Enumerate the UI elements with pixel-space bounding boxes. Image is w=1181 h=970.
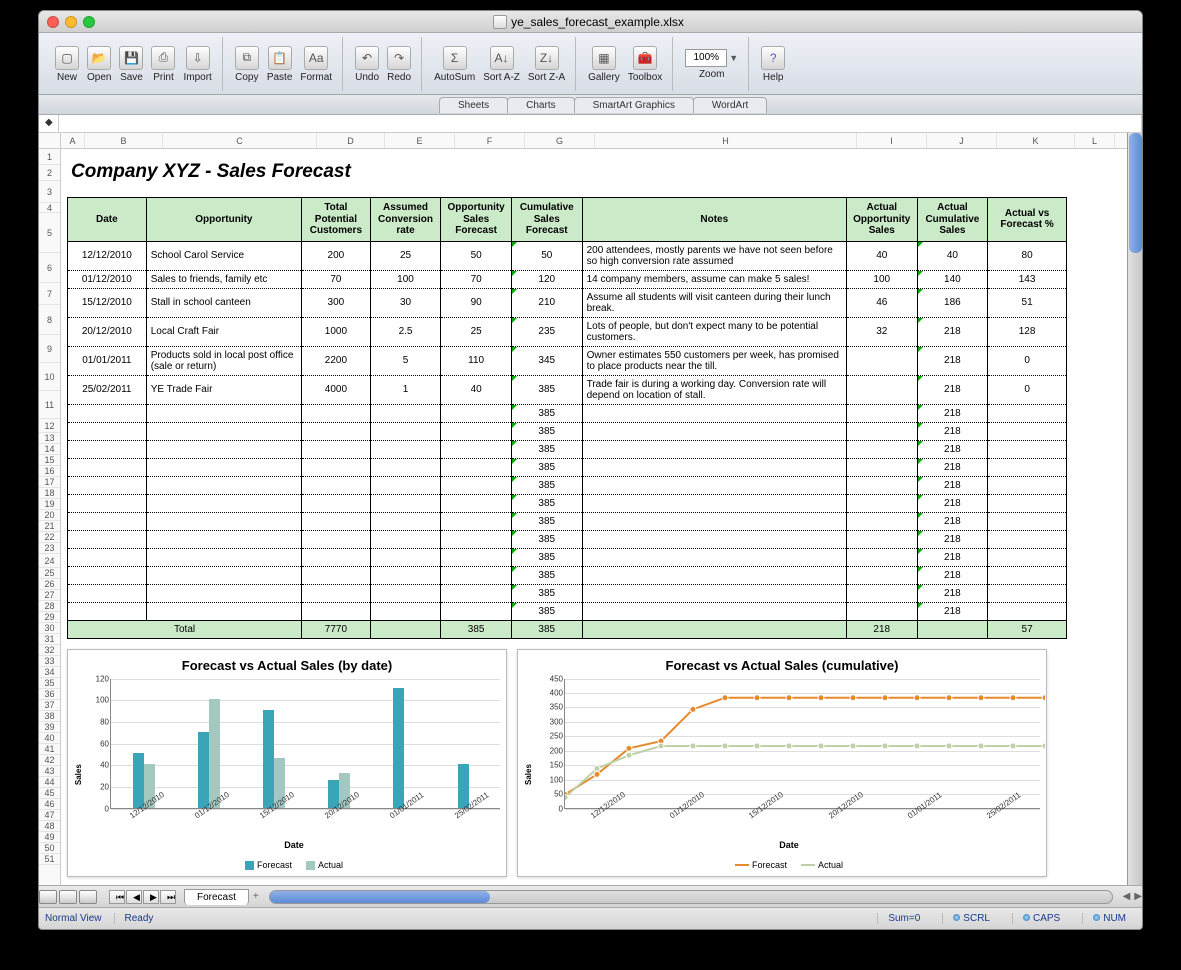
minimize-icon[interactable] <box>65 16 77 28</box>
forecast-table[interactable]: DateOpportunityTotal Potential Customers… <box>67 197 1067 639</box>
table-row[interactable]: 12/12/2010School Carol Service2002550502… <box>68 241 1067 270</box>
undo-button[interactable]: ↶Undo <box>351 44 383 85</box>
table-row[interactable]: 01/12/2010Sales to friends, family etc70… <box>68 270 1067 288</box>
autosum-button[interactable]: ΣAutoSum <box>430 44 479 85</box>
copy-button[interactable]: ⧉Copy <box>231 44 263 85</box>
table-header-row: DateOpportunityTotal Potential Customers… <box>68 198 1067 242</box>
status-scrl: SCRL <box>942 913 1000 924</box>
open-button[interactable]: 📂Open <box>83 44 115 85</box>
zoom-control[interactable]: ▼ Zoom <box>681 47 742 82</box>
ribbon-tab[interactable]: Charts <box>507 97 574 113</box>
column-headers[interactable]: ABCDEFGHIJKL <box>61 133 1127 149</box>
table-row[interactable]: 385218 <box>68 512 1067 530</box>
table-row[interactable]: 385218 <box>68 584 1067 602</box>
save-button[interactable]: 💾Save <box>115 44 147 85</box>
status-sum: Sum=0 <box>877 913 930 924</box>
app-window: ye_sales_forecast_example.xlsx ▢New📂Open… <box>38 10 1143 930</box>
toolbar: ▢New📂Open💾Save⎙Print⇩Import ⧉Copy📋PasteA… <box>39 33 1142 95</box>
table-row[interactable]: 385218 <box>68 602 1067 620</box>
status-bar: Normal View Ready Sum=0 SCRL CAPS NUM <box>39 907 1142 929</box>
table-row[interactable]: 385218 <box>68 422 1067 440</box>
table-row[interactable]: 385218 <box>68 404 1067 422</box>
table-row[interactable]: 385218 <box>68 476 1067 494</box>
chevron-right-icon[interactable]: ▶ <box>1134 891 1142 902</box>
total-row: Total777038538521857 <box>68 620 1067 638</box>
redo-button[interactable]: ↷Redo <box>383 44 415 85</box>
ribbon-tab[interactable]: Sheets <box>439 97 508 113</box>
table-row[interactable]: 25/02/2011YE Trade Fair4000140385Trade f… <box>68 375 1067 404</box>
ribbon-tab[interactable]: WordArt <box>693 97 768 113</box>
chart-title: Forecast vs Actual Sales (cumulative) <box>524 658 1040 673</box>
table-row[interactable]: 20/12/2010Local Craft Fair10002.525235Lo… <box>68 317 1067 346</box>
status-caps: CAPS <box>1012 913 1070 924</box>
window-title: ye_sales_forecast_example.xlsx <box>95 15 1082 29</box>
chevron-left-icon[interactable]: ◀ <box>1119 891 1135 902</box>
line-chart[interactable]: Forecast vs Actual Sales (cumulative) Sa… <box>517 649 1047 877</box>
row-headers[interactable]: 1234567891011121314151617181920212223242… <box>39 133 61 893</box>
print-button[interactable]: ⎙Print <box>147 44 179 85</box>
ribbon-tabs: SheetsChartsSmartArt GraphicsWordArt <box>39 95 1142 115</box>
prev-sheet-icon: ◀ <box>126 890 142 904</box>
horizontal-scrollbar[interactable] <box>269 890 1113 904</box>
bar-chart[interactable]: Forecast vs Actual Sales (by date) Sales… <box>67 649 507 877</box>
next-sheet-icon: ▶ <box>143 890 159 904</box>
formula-bar[interactable]: ◆ <box>39 115 1142 133</box>
view-mode[interactable]: Normal View <box>45 913 102 924</box>
zoom-icon[interactable] <box>83 16 95 28</box>
paste-button[interactable]: 📋Paste <box>263 44 297 85</box>
titlebar: ye_sales_forecast_example.xlsx <box>39 11 1142 33</box>
zoom-input[interactable] <box>685 49 727 67</box>
table-row[interactable]: 385218 <box>68 548 1067 566</box>
table-row[interactable]: 385218 <box>68 494 1067 512</box>
help-button[interactable]: ? Help <box>757 44 789 85</box>
table-row[interactable]: 15/12/2010Stall in school canteen3003090… <box>68 288 1067 317</box>
table-row[interactable]: 385218 <box>68 566 1067 584</box>
sort a-z-button[interactable]: A↓Sort A-Z <box>479 44 524 85</box>
page-title: Company XYZ - Sales Forecast <box>71 161 1121 183</box>
new-button[interactable]: ▢New <box>51 44 83 85</box>
table-row[interactable]: 385218 <box>68 458 1067 476</box>
chart-title: Forecast vs Actual Sales (by date) <box>74 658 500 673</box>
sheet-tab-bar: ⏮◀ ▶⏭ Forecast + ◀ ▶ <box>39 885 1142 907</box>
gallery-button[interactable]: ▦Gallery <box>584 44 624 85</box>
sheet-nav[interactable]: ⏮◀ ▶⏭ <box>105 890 180 904</box>
status-num: NUM <box>1082 913 1136 924</box>
sheet-tab[interactable]: Forecast <box>184 889 249 905</box>
last-sheet-icon: ⏭ <box>160 890 176 904</box>
status-ready: Ready <box>114 913 164 924</box>
first-sheet-icon: ⏮ <box>109 890 125 904</box>
sort z-a-button[interactable]: Z↓Sort Z-A <box>524 44 569 85</box>
view-buttons[interactable] <box>39 890 97 904</box>
close-icon[interactable] <box>47 16 59 28</box>
toolbox-button[interactable]: 🧰Toolbox <box>624 44 666 85</box>
table-row[interactable]: 385218 <box>68 440 1067 458</box>
table-row[interactable]: 385218 <box>68 530 1067 548</box>
spreadsheet[interactable]: 1234567891011121314151617181920212223242… <box>39 133 1142 893</box>
vertical-scrollbar[interactable] <box>1127 133 1142 893</box>
import-button[interactable]: ⇩Import <box>179 44 215 85</box>
document-icon <box>493 15 507 29</box>
ribbon-tab[interactable]: SmartArt Graphics <box>574 97 694 113</box>
table-row[interactable]: 01/01/2011Products sold in local post of… <box>68 346 1067 375</box>
format-button[interactable]: AaFormat <box>296 44 336 85</box>
